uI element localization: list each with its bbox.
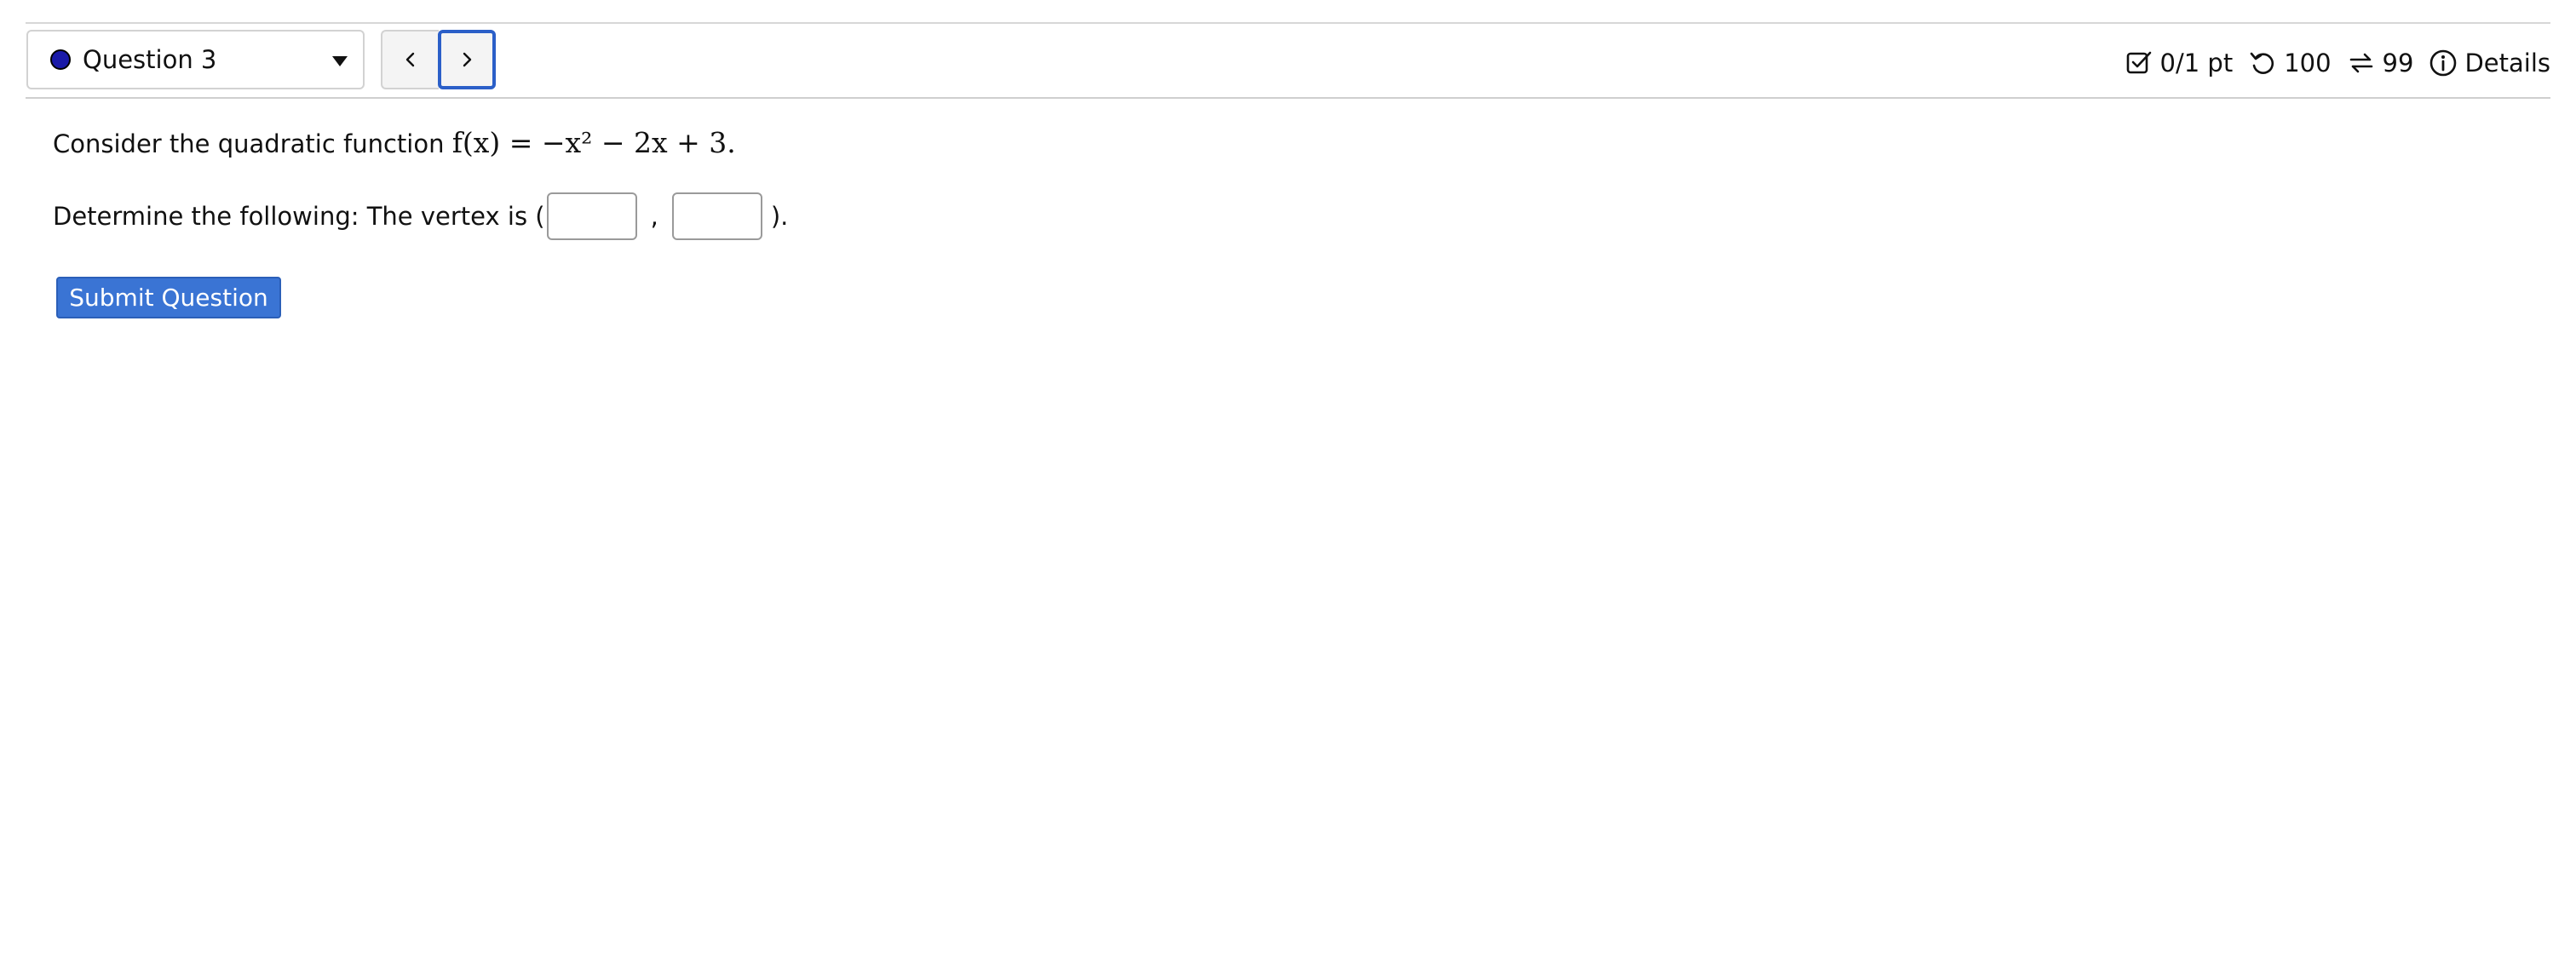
attempts-indicator: 100 bbox=[2248, 49, 2332, 77]
checkbox-icon bbox=[2125, 49, 2153, 77]
question-selector[interactable]: Question 3 bbox=[26, 30, 365, 89]
vertex-y-input[interactable] bbox=[671, 192, 762, 240]
retry-icon bbox=[2248, 49, 2277, 77]
vertex-x-input[interactable] bbox=[546, 192, 637, 240]
vertex-prompt-text: Determine the following: The vertex is ( bbox=[53, 202, 545, 231]
question-status-dot bbox=[50, 49, 71, 70]
tries-text: 99 bbox=[2382, 49, 2414, 77]
question-intro: Consider the quadratic function f(x) = −… bbox=[53, 123, 736, 163]
submit-question-button[interactable]: Submit Question bbox=[56, 277, 281, 318]
question-selector-label: Question 3 bbox=[83, 45, 217, 74]
details-label: Details bbox=[2464, 49, 2550, 77]
question-intro-text: Consider the quadratic function bbox=[53, 129, 445, 158]
function-expression: f(x) = −x² − 2x + 3. bbox=[451, 126, 736, 159]
vertex-closing: ). bbox=[770, 202, 789, 231]
vertex-separator: , bbox=[650, 202, 658, 231]
points-text: 0/1 pt bbox=[2159, 49, 2234, 77]
points-indicator: 0/1 pt bbox=[2125, 49, 2234, 77]
vertex-prompt: Determine the following: The vertex is (… bbox=[53, 191, 788, 242]
repeat-icon bbox=[2347, 49, 2376, 77]
header-divider bbox=[26, 97, 2550, 99]
attempts-text: 100 bbox=[2284, 49, 2332, 77]
top-divider bbox=[26, 22, 2550, 24]
previous-question-button[interactable] bbox=[381, 30, 439, 89]
info-icon bbox=[2429, 49, 2458, 77]
details-button[interactable]: Details bbox=[2429, 49, 2550, 77]
next-question-button[interactable] bbox=[438, 30, 496, 89]
chevron-right-icon bbox=[463, 52, 472, 67]
caret-down-icon bbox=[332, 56, 348, 66]
tries-indicator: 99 bbox=[2347, 49, 2414, 77]
chevron-left-icon bbox=[405, 52, 415, 67]
question-status-bar: 0/1 pt 100 99 Details bbox=[2125, 44, 2550, 82]
